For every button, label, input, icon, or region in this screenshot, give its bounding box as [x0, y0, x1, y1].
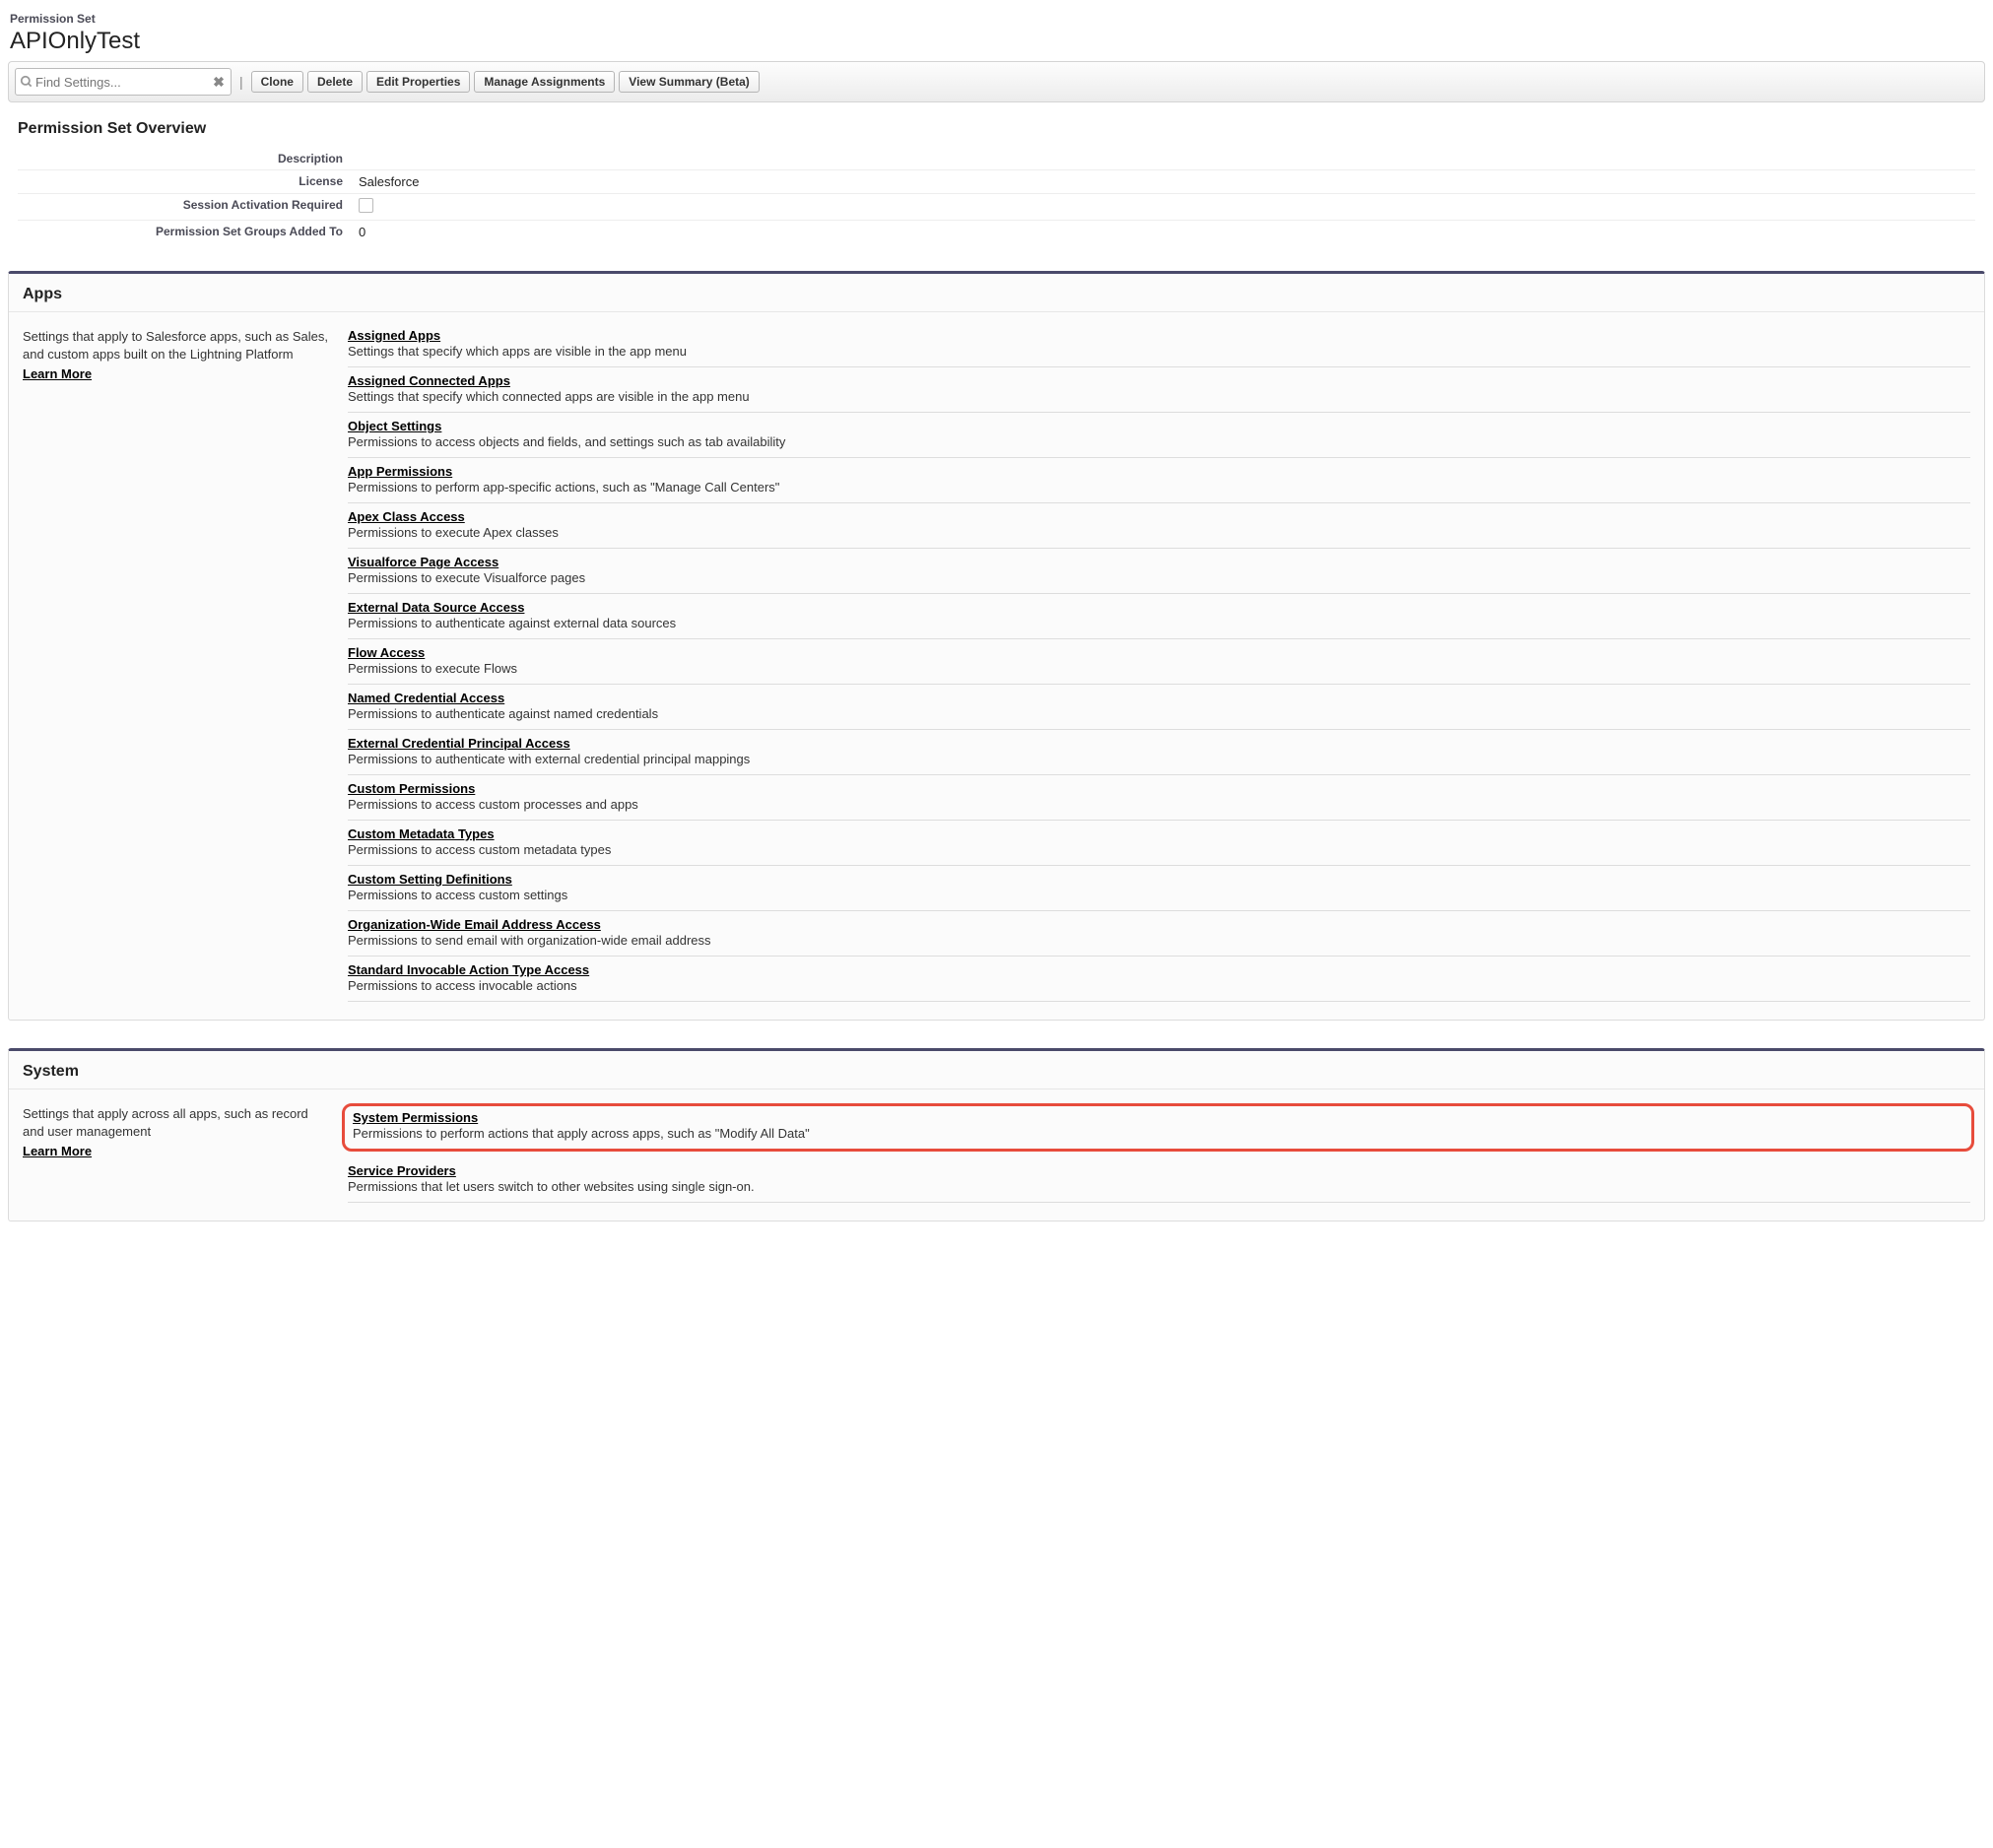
session-activation-value [359, 198, 1975, 216]
link-sub-custom-permissions: Permissions to access custom processes a… [348, 797, 1970, 812]
link-system-permissions[interactable]: System Permissions [353, 1110, 1963, 1125]
search-box[interactable]: ✖ [15, 68, 232, 96]
system-section-desc: Settings that apply across all apps, suc… [23, 1106, 308, 1139]
link-external-data-source-access[interactable]: External Data Source Access [348, 600, 1970, 615]
link-visualforce-page-access[interactable]: Visualforce Page Access [348, 555, 1970, 569]
link-sub-app-permissions: Permissions to perform app-specific acti… [348, 480, 1970, 495]
page-title: APIOnlyTest [10, 28, 1985, 55]
link-standard-invocable-action-type-access[interactable]: Standard Invocable Action Type Access [348, 962, 1970, 977]
session-activation-label: Session Activation Required [18, 198, 359, 216]
link-organization-wide-email-address-access[interactable]: Organization-Wide Email Address Access [348, 917, 1970, 932]
clone-button[interactable]: Clone [251, 71, 303, 93]
system-section: System Settings that apply across all ap… [8, 1048, 1985, 1221]
overview-title: Permission Set Overview [18, 120, 1975, 138]
link-sub-flow-access: Permissions to execute Flows [348, 661, 1970, 676]
toolbar: ✖ | Clone Delete Edit Properties Manage … [8, 61, 1985, 102]
link-assigned-connected-apps[interactable]: Assigned Connected Apps [348, 373, 1970, 388]
link-service-providers[interactable]: Service Providers [348, 1163, 1970, 1178]
link-sub-object-settings: Permissions to access objects and fields… [348, 434, 1970, 449]
overview-panel: Permission Set Overview Description Lice… [8, 120, 1985, 243]
permission-set-groups-value: 0 [359, 225, 1975, 239]
license-value: Salesforce [359, 174, 1975, 189]
permission-set-groups-label: Permission Set Groups Added To [18, 225, 359, 239]
system-section-title: System [23, 1063, 1970, 1081]
link-app-permissions[interactable]: App Permissions [348, 464, 1970, 479]
apps-learn-more-link[interactable]: Learn More [23, 365, 328, 383]
manage-assignments-button[interactable]: Manage Assignments [474, 71, 615, 93]
session-activation-checkbox [359, 198, 373, 213]
page-subtitle: Permission Set [10, 12, 1985, 26]
description-label: Description [18, 152, 359, 165]
link-custom-setting-definitions[interactable]: Custom Setting Definitions [348, 872, 1970, 887]
link-sub-visualforce-page-access: Permissions to execute Visualforce pages [348, 570, 1970, 585]
license-label: License [18, 174, 359, 189]
link-object-settings[interactable]: Object Settings [348, 419, 1970, 433]
link-sub-standard-invocable-action-type-access: Permissions to access invocable actions [348, 978, 1970, 993]
link-sub-organization-wide-email-address-access: Permissions to send email with organizat… [348, 933, 1970, 948]
delete-button[interactable]: Delete [307, 71, 363, 93]
toolbar-separator: | [235, 74, 247, 90]
link-sub-named-credential-access: Permissions to authenticate against name… [348, 706, 1970, 721]
search-input[interactable] [33, 73, 211, 92]
link-sub-assigned-apps: Settings that specify which apps are vis… [348, 344, 1970, 359]
edit-properties-button[interactable]: Edit Properties [366, 71, 470, 93]
link-sub-system-permissions: Permissions to perform actions that appl… [353, 1126, 1963, 1141]
apps-section-desc: Settings that apply to Salesforce apps, … [23, 329, 328, 362]
link-sub-apex-class-access: Permissions to execute Apex classes [348, 525, 1970, 540]
link-custom-metadata-types[interactable]: Custom Metadata Types [348, 826, 1970, 841]
apps-section-title: Apps [23, 286, 1970, 303]
description-value [359, 152, 1975, 165]
clear-icon[interactable]: ✖ [211, 74, 227, 90]
link-named-credential-access[interactable]: Named Credential Access [348, 691, 1970, 705]
search-icon [20, 75, 33, 89]
link-custom-permissions[interactable]: Custom Permissions [348, 781, 1970, 796]
link-sub-external-credential-principal-access: Permissions to authenticate with externa… [348, 752, 1970, 766]
link-sub-custom-setting-definitions: Permissions to access custom settings [348, 888, 1970, 902]
link-assigned-apps[interactable]: Assigned Apps [348, 328, 1970, 343]
link-sub-service-providers: Permissions that let users switch to oth… [348, 1179, 1970, 1194]
system-learn-more-link[interactable]: Learn More [23, 1143, 328, 1160]
view-summary-button[interactable]: View Summary (Beta) [619, 71, 760, 93]
link-apex-class-access[interactable]: Apex Class Access [348, 509, 1970, 524]
system-links-list: System PermissionsPermissions to perform… [348, 1105, 1970, 1203]
link-sub-custom-metadata-types: Permissions to access custom metadata ty… [348, 842, 1970, 857]
link-flow-access[interactable]: Flow Access [348, 645, 1970, 660]
link-sub-external-data-source-access: Permissions to authenticate against exte… [348, 616, 1970, 630]
highlight-system-permissions: System PermissionsPermissions to perform… [342, 1103, 1974, 1152]
link-external-credential-principal-access[interactable]: External Credential Principal Access [348, 736, 1970, 751]
apps-section: Apps Settings that apply to Salesforce a… [8, 271, 1985, 1021]
apps-links-list: Assigned AppsSettings that specify which… [348, 328, 1970, 1002]
link-sub-assigned-connected-apps: Settings that specify which connected ap… [348, 389, 1970, 404]
